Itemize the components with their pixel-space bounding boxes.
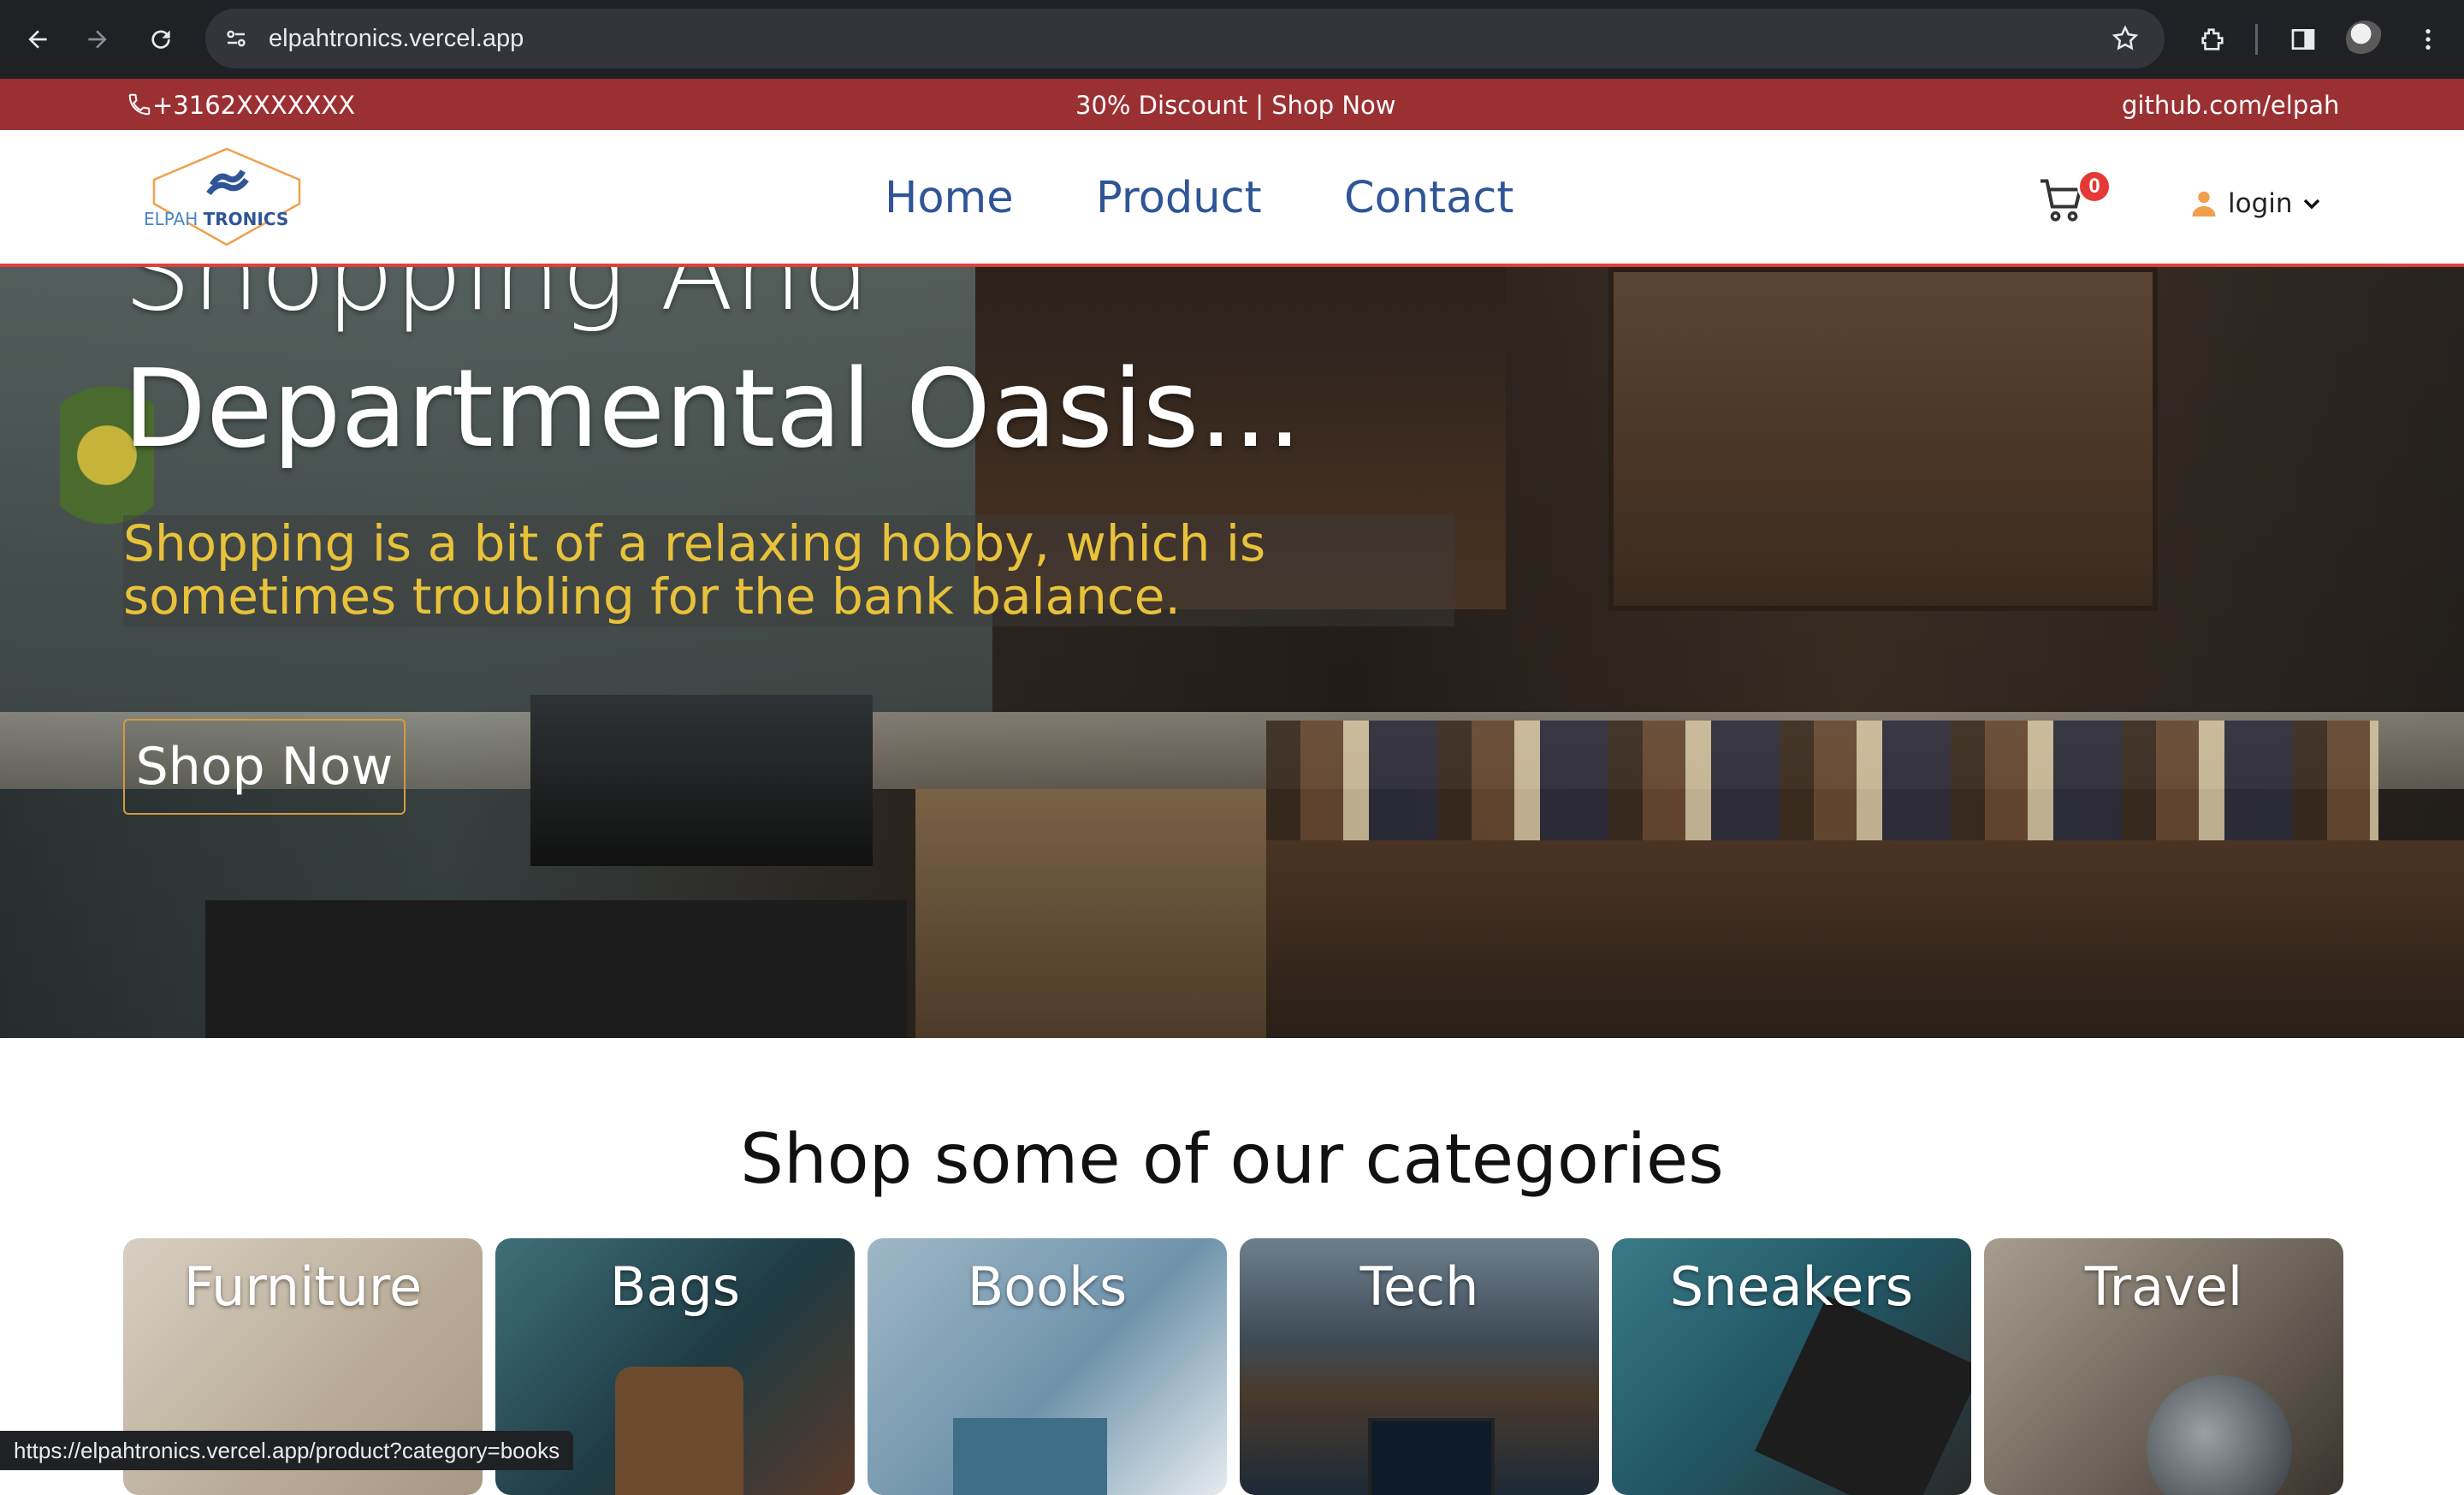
back-icon[interactable] xyxy=(15,17,60,62)
category-label: Tech xyxy=(1359,1255,1479,1318)
elpahtronics-logo[interactable]: ELPAH TRONICS xyxy=(137,144,317,250)
bag-shape xyxy=(615,1367,743,1495)
address-bar[interactable]: elpahtronics.vercel.app xyxy=(205,9,2165,68)
shop-now-button[interactable]: Shop Now xyxy=(123,719,406,815)
hero-bg-desk xyxy=(205,900,907,1038)
category-label: Travel xyxy=(2084,1255,2243,1318)
cart-count-badge: 0 xyxy=(2077,169,2112,204)
bookmark-star-icon[interactable] xyxy=(2105,18,2146,59)
phone-contact[interactable]: +3162XXXXXXX xyxy=(127,79,355,132)
promo-topbar: +3162XXXXXXX 30% Discount | Shop Now git… xyxy=(0,79,2464,130)
logo-text-right: TRONICS xyxy=(203,209,289,229)
menu-kebab-icon[interactable] xyxy=(2406,17,2450,62)
extensions-icon[interactable] xyxy=(2190,17,2235,62)
side-panel-icon[interactable] xyxy=(2281,17,2325,62)
url-text[interactable]: elpahtronics.vercel.app xyxy=(269,9,524,68)
categories-heading: Shop some of our categories xyxy=(740,1119,1724,1199)
hero-banner: Shopping And Departmental Oasis... Shopp… xyxy=(0,267,2464,1038)
github-link[interactable]: github.com/elpah xyxy=(2122,79,2339,132)
link-status-bar: https://elpahtronics.vercel.app/product?… xyxy=(0,1431,574,1470)
browser-toolbar: elpahtronics.vercel.app xyxy=(0,0,2464,79)
globe-shape xyxy=(2147,1375,2292,1495)
hero-subtitle: Shopping is a bit of a relaxing hobby, w… xyxy=(123,515,1454,626)
nav-contact[interactable]: Contact xyxy=(1344,173,1513,223)
hero-title-line2: Departmental Oasis... xyxy=(123,346,1302,472)
books-stack-shape xyxy=(953,1418,1107,1495)
login-label: login xyxy=(2228,188,2293,219)
category-card-books[interactable]: Books xyxy=(868,1238,1227,1495)
hero-bg-poster xyxy=(1608,267,2158,611)
category-label: Books xyxy=(967,1255,1128,1318)
login-dropdown[interactable]: login xyxy=(2189,185,2322,222)
forward-icon[interactable] xyxy=(75,17,120,62)
hero-bg-records xyxy=(1266,721,2378,849)
laptop-shape xyxy=(1368,1418,1495,1495)
chevron-down-icon xyxy=(2303,199,2319,210)
category-label: Furniture xyxy=(183,1255,423,1318)
reload-icon[interactable] xyxy=(139,17,183,62)
profile-avatar[interactable] xyxy=(2346,21,2384,58)
hero-bg-turntable xyxy=(530,695,873,866)
category-card-travel[interactable]: Travel xyxy=(1984,1238,2343,1495)
promo-link[interactable]: 30% Discount | Shop Now xyxy=(1075,79,1396,132)
hero-title-line1: Shopping And xyxy=(123,267,871,335)
toolbar-divider xyxy=(2255,24,2258,55)
site-info-icon[interactable] xyxy=(216,18,257,59)
sneaker-leg-shape xyxy=(1755,1296,1971,1495)
hero-bg-crate xyxy=(915,789,1266,1038)
hero-bg-table xyxy=(1266,840,2464,1038)
nav-product[interactable]: Product xyxy=(1096,173,1262,223)
category-label: Sneakers xyxy=(1669,1255,1914,1318)
phone-icon xyxy=(128,93,151,116)
category-card-tech[interactable]: Tech xyxy=(1240,1238,1599,1495)
nav-home[interactable]: Home xyxy=(885,173,1014,223)
site-header: ELPAH TRONICS Home Product Contact 0 log… xyxy=(0,130,2464,267)
phone-number: +3162XXXXXXX xyxy=(152,91,356,120)
user-icon xyxy=(2192,191,2216,217)
category-card-sneakers[interactable]: Sneakers xyxy=(1612,1238,1971,1495)
logo-text-left: ELPAH xyxy=(144,209,198,229)
category-label: Bags xyxy=(609,1255,741,1318)
